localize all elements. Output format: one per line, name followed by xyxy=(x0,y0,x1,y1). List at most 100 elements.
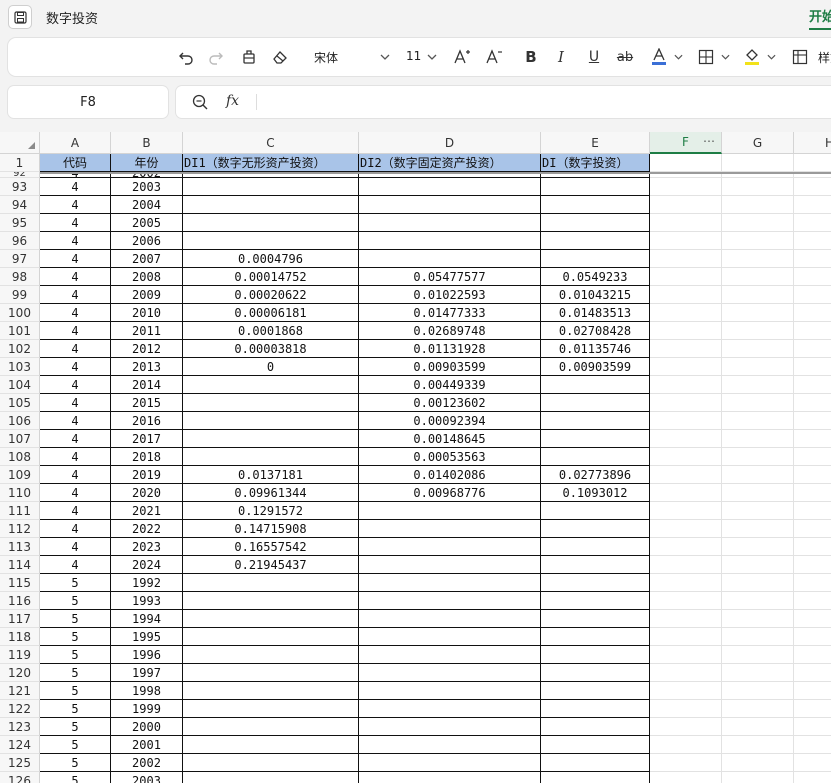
empty-cell[interactable] xyxy=(722,610,794,628)
format-painter-icon[interactable] xyxy=(237,38,261,76)
column-header-e[interactable]: E xyxy=(541,132,650,154)
empty-cell[interactable] xyxy=(722,286,794,304)
empty-cell[interactable] xyxy=(722,250,794,268)
empty-cell[interactable] xyxy=(722,574,794,592)
data-cell-e[interactable] xyxy=(541,754,650,772)
empty-cell[interactable] xyxy=(722,394,794,412)
data-cell-c[interactable] xyxy=(183,376,359,394)
empty-cell[interactable] xyxy=(722,196,794,214)
cell-code[interactable]: 4 xyxy=(40,358,111,376)
cell-code[interactable]: 4 xyxy=(40,520,111,538)
empty-cell[interactable] xyxy=(650,394,722,412)
row-header[interactable]: 99 xyxy=(0,286,40,304)
data-cell-d[interactable] xyxy=(359,664,541,682)
cell-code[interactable]: 5 xyxy=(40,646,111,664)
cell-year[interactable]: 2009 xyxy=(111,286,183,304)
row-header[interactable]: 109 xyxy=(0,466,40,484)
empty-cell[interactable] xyxy=(722,358,794,376)
cell-code[interactable]: 4 xyxy=(40,484,111,502)
row-header[interactable]: 104 xyxy=(0,376,40,394)
empty-cell[interactable] xyxy=(722,646,794,664)
header-cell-e[interactable]: DI（数字投资） xyxy=(541,154,650,172)
cell-year[interactable]: 1994 xyxy=(111,610,183,628)
empty-cell[interactable] xyxy=(794,430,831,448)
cell-code[interactable]: 4 xyxy=(40,232,111,250)
data-cell-d[interactable] xyxy=(359,736,541,754)
strikethrough-icon[interactable]: ab xyxy=(613,38,637,76)
row-header[interactable]: 119 xyxy=(0,646,40,664)
save-icon[interactable] xyxy=(8,5,32,29)
increase-font-icon[interactable] xyxy=(450,38,474,76)
eraser-icon[interactable] xyxy=(268,38,292,76)
cell-code[interactable]: 4 xyxy=(40,538,111,556)
cell-year[interactable]: 1992 xyxy=(111,574,183,592)
row-header[interactable]: 93 xyxy=(0,178,40,196)
row-header[interactable]: 95 xyxy=(0,214,40,232)
cell-year[interactable]: 2002 xyxy=(111,754,183,772)
row-header[interactable]: 108 xyxy=(0,448,40,466)
data-cell-c[interactable]: 0.00020622 xyxy=(183,286,359,304)
cell-year[interactable]: 2005 xyxy=(111,214,183,232)
cell-code[interactable]: 4 xyxy=(40,466,111,484)
cell-year[interactable]: 2022 xyxy=(111,520,183,538)
data-cell-e[interactable] xyxy=(541,718,650,736)
empty-cell[interactable] xyxy=(650,466,722,484)
cell-code[interactable]: 5 xyxy=(40,610,111,628)
row-header[interactable]: 117 xyxy=(0,610,40,628)
data-cell-e[interactable] xyxy=(541,646,650,664)
data-cell-d[interactable]: 0.00903599 xyxy=(359,358,541,376)
header-cell-c[interactable]: DI1（数字无形资产投资） xyxy=(183,154,359,172)
data-cell-e[interactable] xyxy=(541,610,650,628)
row-header[interactable]: 97 xyxy=(0,250,40,268)
empty-cell[interactable] xyxy=(794,628,831,646)
header-cell-d[interactable]: DI2（数字固定资产投资） xyxy=(359,154,541,172)
cell-style-label[interactable]: 样式 xyxy=(818,49,831,66)
cell-year[interactable]: 1998 xyxy=(111,682,183,700)
cell-year[interactable]: 2003 xyxy=(111,178,183,196)
column-header-d[interactable]: D xyxy=(359,132,541,154)
data-cell-d[interactable]: 0.01402086 xyxy=(359,466,541,484)
data-cell-e[interactable] xyxy=(541,178,650,196)
empty-cell[interactable] xyxy=(794,664,831,682)
empty-cell[interactable] xyxy=(794,214,831,232)
italic-icon[interactable]: I xyxy=(549,38,573,76)
data-cell-c[interactable]: 0.09961344 xyxy=(183,484,359,502)
empty-cell[interactable] xyxy=(650,286,722,304)
data-cell-e[interactable] xyxy=(541,448,650,466)
cell-code[interactable]: 5 xyxy=(40,736,111,754)
empty-cell[interactable] xyxy=(650,520,722,538)
undo-icon[interactable] xyxy=(174,38,198,76)
empty-cell[interactable] xyxy=(650,358,722,376)
empty-cell[interactable] xyxy=(794,556,831,574)
data-cell-d[interactable] xyxy=(359,610,541,628)
cell-code[interactable]: 4 xyxy=(40,196,111,214)
row-header-1[interactable]: 1 xyxy=(0,154,40,172)
row-header[interactable]: 113 xyxy=(0,538,40,556)
empty-cell[interactable] xyxy=(650,232,722,250)
cell-year[interactable]: 2012 xyxy=(111,340,183,358)
data-cell-c[interactable] xyxy=(183,610,359,628)
row-header[interactable]: 121 xyxy=(0,682,40,700)
cell-year[interactable]: 2013 xyxy=(111,358,183,376)
empty-cell[interactable] xyxy=(650,700,722,718)
cell-year[interactable]: 2003 xyxy=(111,772,183,783)
empty-cell[interactable] xyxy=(794,322,831,340)
data-cell-d[interactable] xyxy=(359,538,541,556)
data-cell-c[interactable] xyxy=(183,754,359,772)
cell-year[interactable]: 2006 xyxy=(111,232,183,250)
underline-icon[interactable]: U xyxy=(582,38,606,76)
empty-cell[interactable] xyxy=(722,484,794,502)
row-header[interactable]: 107 xyxy=(0,430,40,448)
font-size-chevron-icon[interactable] xyxy=(425,38,439,76)
row-header[interactable]: 112 xyxy=(0,520,40,538)
empty-cell[interactable] xyxy=(722,430,794,448)
data-cell-c[interactable] xyxy=(183,232,359,250)
column-header-f[interactable]: F ⋯ xyxy=(650,132,722,154)
data-cell-d[interactable]: 0.01131928 xyxy=(359,340,541,358)
empty-cell[interactable] xyxy=(722,178,794,196)
font-name-select[interactable]: 宋体 xyxy=(314,49,338,66)
cell-year[interactable]: 2019 xyxy=(111,466,183,484)
data-cell-c[interactable] xyxy=(183,718,359,736)
data-cell-e[interactable] xyxy=(541,538,650,556)
cell-year[interactable]: 2016 xyxy=(111,412,183,430)
